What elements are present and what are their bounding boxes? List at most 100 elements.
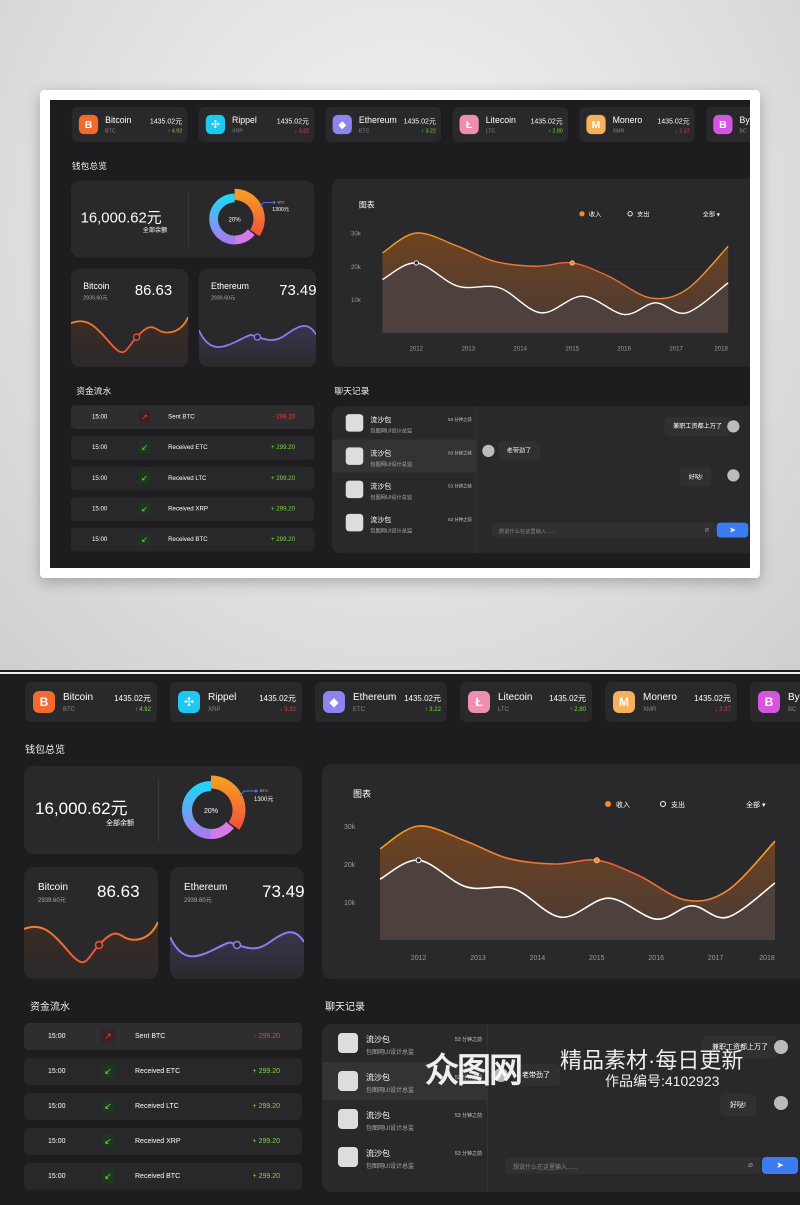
- contact-item[interactable]: 流沙包 包图网UI设计总监 53 分钟之前: [332, 473, 477, 506]
- coin-card-monero[interactable]: M Monero XMR 1435.02元 ↓ 2.37: [579, 107, 695, 142]
- income-expense-chart-panel: 图表 收入 支出 全部 ▾ 30k 20k 10k 2012 2013 2014 2015 2…: [331, 178, 750, 367]
- avatar: [494, 1068, 508, 1082]
- transaction-row[interactable]: 15:00 ↙ Received XRP + 299.20: [71, 497, 315, 521]
- coin-change: ↓ 3.32: [294, 128, 309, 135]
- y-tick-label: 10k: [351, 297, 362, 304]
- donut-legend-dot: [272, 201, 276, 204]
- coin-card-bitcoin[interactable]: B Bitcoin BTC 1435.02元 ↑ 4.92: [71, 107, 188, 142]
- x-tick-label: 2013: [470, 955, 486, 962]
- expense-marker: [413, 260, 419, 266]
- send-button[interactable]: ➤: [762, 1157, 798, 1174]
- contact-item[interactable]: 流沙包 包图网UI设计总监 53 分钟之前: [331, 439, 477, 473]
- sparkline-area: [24, 922, 158, 979]
- transaction-label: Received ETC: [135, 1068, 181, 1075]
- coin-logo-icon: Ł: [459, 114, 479, 135]
- total-balance-label: 全部余额: [106, 820, 134, 827]
- mini-chart-card-ethereum[interactable]: Ethereum 2939.60元 73.49: [170, 867, 304, 979]
- dashboard: B Bitcoin BTC 1435.02元 ↑ 4.92 ✣ Rippel X…: [50, 100, 750, 567]
- attachment-icon[interactable]: ⌀: [705, 525, 709, 533]
- send-icon: ➤: [776, 1160, 784, 1170]
- coin-name: Rippel: [208, 692, 237, 703]
- contact-item[interactable]: 流沙包 包图网UI设计总监 53 分钟之前: [322, 1138, 488, 1176]
- transaction-time: 15:00: [48, 1173, 66, 1180]
- contact-item[interactable]: 流沙包 包图网UI设计总监 53 分钟之前: [322, 1024, 488, 1062]
- coin-change: ↑ 2.80: [569, 707, 586, 713]
- coin-logo-icon: B: [33, 691, 55, 713]
- contact-item[interactable]: 流沙包 包图网UI设计总监 53 分钟之前: [322, 1100, 488, 1138]
- transaction-row[interactable]: 15:00 ↙ Received ETC + 299.20: [24, 1058, 302, 1085]
- coin-card-ethereum[interactable]: ◆ Ethereum ETC 1435.02元 ↑ 3.22: [315, 682, 447, 722]
- coin-price: 1435.02元: [549, 694, 586, 703]
- coin-card-rippel[interactable]: ✣ Rippel XRP 1435.02元 ↓ 3.32: [170, 682, 302, 722]
- chat-message-input[interactable]: 想说什么在这里输入...... ⌀: [505, 1157, 761, 1174]
- coin-price: 1435.02元: [114, 694, 151, 703]
- transaction-row[interactable]: 15:00 ↙ Received BTC + 299.20: [24, 1163, 302, 1190]
- transaction-row[interactable]: 15:00 ↙ Received ETC + 299.20: [71, 436, 315, 460]
- arrow-down-left-icon: ↙: [138, 502, 151, 515]
- chat-message-input[interactable]: 想说什么在这里输入...... ⌀: [491, 522, 716, 538]
- transaction-row[interactable]: 15:00 ↗ Sent BTC - 299.20: [71, 405, 315, 429]
- contact-time: 53 分钟之前: [455, 1113, 482, 1119]
- wallet-section-title: 钱包总览: [25, 745, 65, 756]
- contact-name: 流沙包: [366, 1149, 390, 1158]
- coin-name: Litecoin: [485, 115, 516, 126]
- contact-time: 53 分钟之前: [455, 1075, 482, 1081]
- mini-chart-card-bitcoin[interactable]: Bitcoin 2939.60元 86.63: [24, 867, 158, 979]
- donut-segment-orange: [210, 775, 246, 830]
- contact-role: 包图网UI设计总监: [366, 1164, 415, 1170]
- transaction-label: Sent BTC: [135, 1033, 166, 1040]
- y-tick-label: 10k: [344, 900, 356, 907]
- coin-card-bitcoin[interactable]: B Bitcoin BTC 1435.02元 ↑ 4.92: [25, 682, 157, 722]
- coin-ticker: BC: [739, 128, 747, 135]
- coin-price: 1435.02元: [530, 117, 563, 126]
- transaction-label: Received LTC: [168, 475, 207, 482]
- coin-name: Ethereum: [353, 692, 397, 703]
- message-bubble-outgoing: 好哒!: [720, 1094, 756, 1116]
- coin-card-by[interactable]: B By BC: [750, 682, 800, 722]
- avatar: [345, 513, 364, 532]
- x-tick-label: 2013: [461, 345, 475, 352]
- coin-change: ↑ 3.22: [421, 128, 436, 135]
- transaction-time: 15:00: [92, 506, 108, 513]
- contact-name: 流沙包: [366, 1073, 390, 1082]
- transaction-time: 15:00: [48, 1138, 66, 1145]
- mini-chart-card-ethereum[interactable]: Ethereum 2939.60元 73.49: [198, 268, 316, 367]
- transaction-amount: + 299.20: [252, 1103, 280, 1110]
- contact-item[interactable]: 流沙包 包图网UI设计总监 53 分钟之前: [332, 406, 477, 439]
- donut-segment-violet: [234, 229, 255, 245]
- mini-chart-card-bitcoin[interactable]: Bitcoin 2939.60元 86.63: [71, 268, 189, 367]
- transaction-row[interactable]: 15:00 ↙ Received BTC + 299.20: [71, 527, 315, 552]
- x-tick-label: 2014: [513, 345, 527, 352]
- coin-card-litecoin[interactable]: Ł Litecoin LTC 1435.02元 ↑ 2.80: [460, 682, 592, 722]
- transaction-row[interactable]: 15:00 ↙ Received LTC + 299.20: [24, 1093, 302, 1120]
- transaction-amount: + 299.20: [270, 506, 295, 513]
- coin-card-ethereum[interactable]: ◆ Ethereum ETC 1435.02元 ↑ 3.22: [325, 107, 442, 142]
- mini-card-value: 73.49: [279, 282, 316, 299]
- divider: [158, 778, 159, 842]
- income-expense-chart-panel: 图表 收入 支出 全部 ▾ 30k 20k 10k 2012 2013 2014 2015 2…: [322, 764, 800, 979]
- transaction-amount: + 299.20: [270, 475, 295, 482]
- coin-card-litecoin[interactable]: Ł Litecoin LTC 1435.02元 ↑ 2.80: [452, 107, 568, 142]
- arrow-down-left-icon: ↙: [101, 1099, 115, 1113]
- mini-card-sub: 2939.60元: [211, 296, 236, 302]
- coin-card-rippel[interactable]: ✣ Rippel XRP 1435.02元 ↓ 3.32: [198, 107, 315, 142]
- contact-item[interactable]: 流沙包 包图网UI设计总监 53 分钟之前: [322, 1062, 488, 1100]
- arrow-down-left-icon: ↙: [101, 1064, 115, 1078]
- contact-time: 53 分钟之前: [448, 450, 472, 457]
- coin-name: Rippel: [232, 115, 257, 126]
- mini-card-sub: 2939.60元: [38, 898, 66, 904]
- coin-logo-icon: M: [586, 114, 606, 135]
- send-button[interactable]: ➤: [716, 522, 749, 538]
- transaction-row[interactable]: 15:00 ↗ Sent BTC - 299.20: [24, 1023, 302, 1050]
- coin-card-by[interactable]: B By BC: [706, 107, 750, 142]
- dashboard-viewport: B Bitcoin BTC 1435.02元 ↑ 4.92 ✣ Rippel X…: [0, 672, 800, 1205]
- contact-list: 流沙包 包图网UI设计总监 53 分钟之前 流沙包 包图网UI设计总监 53 分…: [331, 406, 477, 554]
- expense-marker: [415, 857, 422, 864]
- coin-card-monero[interactable]: M Monero XMR 1435.02元 ↓ 2.37: [605, 682, 737, 722]
- attachment-icon[interactable]: ⌀: [748, 1160, 753, 1169]
- transaction-row[interactable]: 15:00 ↙ Received XRP + 299.20: [24, 1128, 302, 1155]
- transaction-row[interactable]: 15:00 ↙ Received LTC + 299.20: [71, 466, 315, 491]
- contact-name: 流沙包: [370, 515, 392, 524]
- contact-item[interactable]: 流沙包 包图网UI设计总监 53 分钟之前: [332, 506, 477, 539]
- transaction-label: Received BTC: [168, 536, 208, 543]
